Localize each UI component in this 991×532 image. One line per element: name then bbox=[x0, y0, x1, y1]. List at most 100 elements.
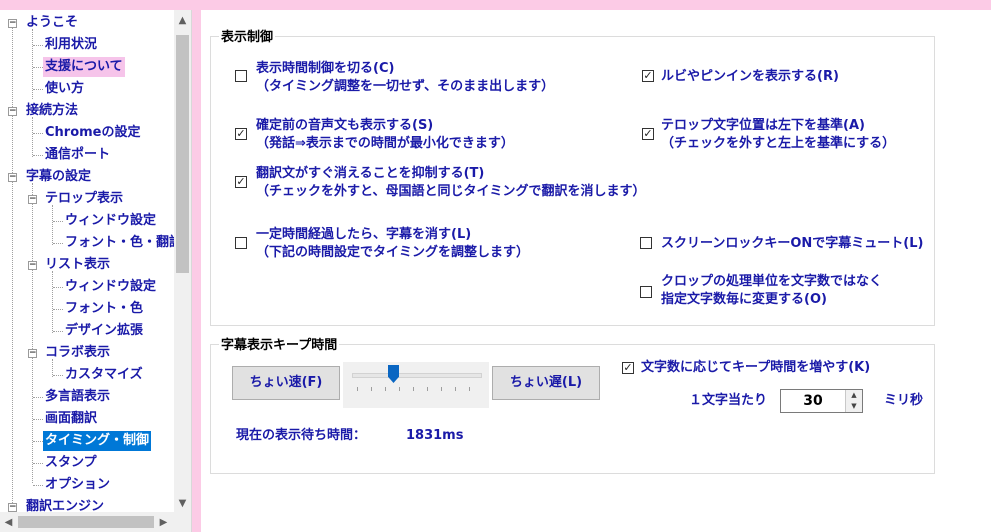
collapse-icon[interactable]: − bbox=[28, 349, 37, 358]
wait-time-label: 現在の表示待ち時間： bbox=[236, 428, 367, 443]
screen-lock-mute-label[interactable]: スクリーンロックキーONで字幕ミュート(L) bbox=[661, 235, 923, 253]
crop-unit-label[interactable]: クロップの処理単位を文字数ではなく bbox=[661, 273, 882, 291]
tree-item-stamp[interactable]: スタンプ bbox=[43, 453, 99, 473]
tree-item-support[interactable]: 支援について bbox=[43, 57, 125, 77]
slider-tick bbox=[469, 387, 470, 391]
top-accent-bar bbox=[0, 0, 991, 10]
tree-item-timing[interactable]: タイミング・制御 bbox=[43, 431, 152, 451]
tree-item-subtitle-settings[interactable]: 字幕の設定 bbox=[24, 167, 93, 187]
group-title: 表示制御 bbox=[219, 26, 276, 45]
tree-item-telop-font[interactable]: フォント・色・翻訳 bbox=[63, 233, 184, 253]
tree-item-multilang[interactable]: 多言語表示 bbox=[43, 387, 112, 407]
slider-tick bbox=[399, 387, 400, 391]
tree-item-screen-translate[interactable]: 画面翻訳 bbox=[43, 409, 99, 429]
keep-time-slider[interactable] bbox=[343, 362, 489, 408]
collapse-icon[interactable]: − bbox=[8, 19, 17, 28]
tree-item-list-font[interactable]: フォント・色 bbox=[63, 299, 145, 319]
tree-item-customize[interactable]: カスタマイズ bbox=[63, 365, 145, 385]
tree-line bbox=[52, 271, 53, 333]
scroll-up-icon[interactable]: ▲ bbox=[174, 12, 191, 29]
show-pending-checkbox[interactable]: ✓ bbox=[235, 128, 247, 140]
slider-tick bbox=[427, 387, 428, 391]
tree-horizontal-scrollbar[interactable]: ◀ ▶ bbox=[0, 512, 174, 532]
show-pending-hint: （発話⇒表示までの時間が最小化できます） bbox=[256, 136, 514, 151]
crop-unit-checkbox[interactable] bbox=[640, 286, 652, 298]
clear-after-time-hint: （下記の時間設定でタイミングを調整します） bbox=[256, 245, 530, 260]
tree-item-list[interactable]: リスト表示 bbox=[43, 255, 112, 275]
tree-line bbox=[33, 485, 43, 486]
spin-up-icon[interactable]: ▲ bbox=[845, 390, 862, 401]
settings-tree: − ようこそ 利用状況 支援について 使い方 − 接続方法 Chromeの設定 … bbox=[0, 10, 192, 532]
collapse-icon[interactable]: − bbox=[8, 173, 17, 182]
tree-line bbox=[12, 27, 13, 517]
tree-item-welcome[interactable]: ようこそ bbox=[24, 13, 80, 33]
collapse-icon[interactable]: − bbox=[28, 261, 37, 270]
clear-after-time-checkbox[interactable] bbox=[235, 237, 247, 249]
show-pending-label[interactable]: 確定前の音声文も表示する(S) bbox=[256, 117, 433, 135]
tree-item-chrome-settings[interactable]: Chromeの設定 bbox=[43, 123, 143, 143]
suppress-translation-checkbox[interactable]: ✓ bbox=[235, 176, 247, 188]
tree-line bbox=[33, 397, 43, 398]
increase-by-chars-checkbox[interactable]: ✓ bbox=[622, 362, 634, 374]
telop-position-label[interactable]: テロップ文字位置は左下を基準(A) bbox=[661, 117, 865, 135]
scroll-thumb[interactable] bbox=[18, 516, 154, 528]
tree-line bbox=[33, 133, 43, 134]
timing-off-label[interactable]: 表示時間制御を切る(C) bbox=[256, 60, 394, 78]
screen-lock-mute-checkbox[interactable] bbox=[640, 237, 652, 249]
wait-time-value: 1831ms bbox=[406, 428, 464, 443]
timing-off-hint: （タイミング調整を一切せず、そのまま出します） bbox=[256, 79, 555, 94]
slider-tick bbox=[455, 387, 456, 391]
tree-item-telop-window[interactable]: ウィンドウ設定 bbox=[63, 211, 158, 231]
tree-item-collab[interactable]: コラボ表示 bbox=[43, 343, 112, 363]
collapse-icon[interactable]: − bbox=[8, 107, 17, 116]
collapse-icon[interactable]: − bbox=[28, 195, 37, 204]
telop-position-checkbox[interactable]: ✓ bbox=[642, 128, 654, 140]
slower-button[interactable]: ちょい遅(L) bbox=[492, 366, 600, 400]
ruby-pinyin-checkbox[interactable]: ✓ bbox=[642, 70, 654, 82]
tree-line bbox=[53, 243, 63, 244]
timing-off-checkbox[interactable] bbox=[235, 70, 247, 82]
tree-line bbox=[52, 205, 53, 245]
spin-down-icon[interactable]: ▼ bbox=[845, 401, 862, 412]
tree-line bbox=[33, 155, 43, 156]
tree-line bbox=[53, 309, 63, 310]
per-char-spinner[interactable]: 30 ▲ ▼ bbox=[780, 389, 863, 413]
telop-position-hint: （チェックを外すと左上を基準にする） bbox=[661, 136, 896, 151]
per-char-value[interactable]: 30 bbox=[781, 390, 845, 412]
scroll-down-icon[interactable]: ▼ bbox=[174, 495, 191, 512]
tree-item-port[interactable]: 通信ポート bbox=[43, 145, 112, 165]
tree-line bbox=[53, 221, 63, 222]
tree-line bbox=[53, 287, 63, 288]
tree-item-howto[interactable]: 使い方 bbox=[43, 79, 86, 99]
tree-line bbox=[33, 45, 43, 46]
tree-item-options[interactable]: オプション bbox=[43, 475, 112, 495]
collapse-icon[interactable]: − bbox=[8, 503, 17, 512]
scrollbar-corner bbox=[174, 512, 191, 532]
increase-by-chars-label[interactable]: 文字数に応じてキープ時間を増やす(K) bbox=[641, 359, 870, 377]
slider-tick bbox=[371, 387, 372, 391]
clear-after-time-label[interactable]: 一定時間経過したら、字幕を消す(L) bbox=[256, 226, 471, 244]
scroll-thumb[interactable] bbox=[176, 35, 189, 273]
tree-item-list-window[interactable]: ウィンドウ設定 bbox=[63, 277, 158, 297]
tree-line bbox=[33, 441, 43, 442]
unit-label: ミリ秒 bbox=[884, 393, 924, 408]
side-accent-strip bbox=[192, 10, 201, 532]
slider-tick bbox=[385, 387, 386, 391]
tree-item-connection[interactable]: 接続方法 bbox=[24, 101, 80, 121]
scroll-left-icon[interactable]: ◀ bbox=[0, 514, 17, 531]
suppress-translation-label[interactable]: 翻訳文がすぐ消えることを抑制する(T) bbox=[256, 165, 484, 183]
tree-item-design[interactable]: デザイン拡張 bbox=[63, 321, 145, 341]
slider-tick bbox=[441, 387, 442, 391]
tree-item-usage[interactable]: 利用状況 bbox=[43, 35, 99, 55]
ruby-pinyin-label[interactable]: ルビやピンインを表示する(R) bbox=[661, 68, 839, 86]
faster-button[interactable]: ちょい速(F) bbox=[232, 366, 340, 400]
tree-line bbox=[33, 89, 43, 90]
scroll-right-icon[interactable]: ▶ bbox=[155, 514, 172, 531]
tree-vertical-scrollbar[interactable]: ▲ ▼ bbox=[174, 10, 191, 512]
tree-item-telop[interactable]: テロップ表示 bbox=[43, 189, 125, 209]
tree-line bbox=[33, 67, 43, 68]
suppress-translation-hint: （チェックを外すと、母国語と同じタイミングで翻訳を消します） bbox=[256, 184, 646, 199]
group-title: 字幕表示キープ時間 bbox=[219, 334, 340, 353]
slider-track[interactable] bbox=[352, 373, 482, 378]
tree-line bbox=[33, 463, 43, 464]
